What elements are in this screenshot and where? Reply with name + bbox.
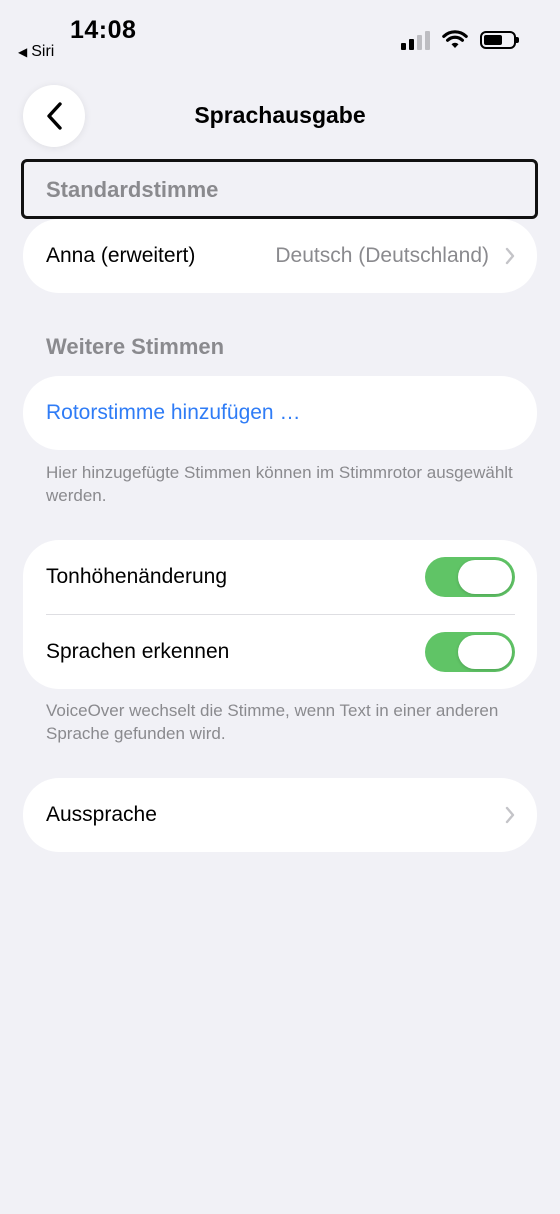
chevron-right-icon (505, 806, 515, 824)
pronunciation-row[interactable]: Aussprache (23, 778, 537, 852)
detect-languages-toggle[interactable] (425, 632, 515, 672)
pronunciation-card: Aussprache (23, 778, 537, 852)
pitch-change-label: Tonhöhenänderung (46, 565, 228, 588)
more-voices-footnote: Hier hinzugefügte Stimmen können im Stim… (46, 463, 513, 505)
battery-icon (480, 31, 519, 49)
screen: 14:08 ◀ Siri Sprachausgabe Standardstimm… (0, 0, 560, 1214)
back-triangle-icon: ◀ (18, 45, 28, 59)
default-voice-card: Anna (erweitert) Deutsch (Deutschland) (23, 219, 537, 293)
section-header-more-voices: Weitere Stimmen (46, 334, 225, 359)
page-title: Sprachausgabe (194, 102, 366, 128)
more-voices-card: Rotorstimme hinzufügen … (23, 376, 537, 450)
status-icons (401, 30, 519, 50)
section-header-default-voice: Standardstimme (46, 177, 219, 202)
back-app-label: Siri (31, 43, 55, 60)
default-voice-row[interactable]: Anna (erweitert) Deutsch (Deutschland) (23, 219, 537, 293)
pitch-change-row: Tonhöhenänderung (23, 540, 537, 614)
add-rotor-voice-label: Rotorstimme hinzufügen … (46, 401, 301, 424)
detect-languages-row: Sprachen erkennen (23, 615, 537, 689)
toggles-card: Tonhöhenänderung Sprachen erkennen (23, 540, 537, 689)
voice-language: Deutsch (Deutschland) (275, 244, 489, 267)
add-rotor-voice-button[interactable]: Rotorstimme hinzufügen … (23, 376, 537, 450)
pronunciation-label: Aussprache (46, 803, 157, 826)
pitch-change-toggle[interactable] (425, 557, 515, 597)
detect-languages-label: Sprachen erkennen (46, 640, 230, 663)
chevron-right-icon (505, 247, 515, 265)
voice-name: Anna (erweitert) (46, 244, 196, 267)
status-time: 14:08 (70, 16, 137, 44)
wifi-icon (442, 30, 468, 48)
cellular-signal-icon (401, 30, 430, 50)
toggles-footnote: VoiceOver wechselt die Stimme, wenn Text… (46, 701, 499, 743)
back-to-app-link[interactable]: ◀ Siri (18, 43, 54, 61)
